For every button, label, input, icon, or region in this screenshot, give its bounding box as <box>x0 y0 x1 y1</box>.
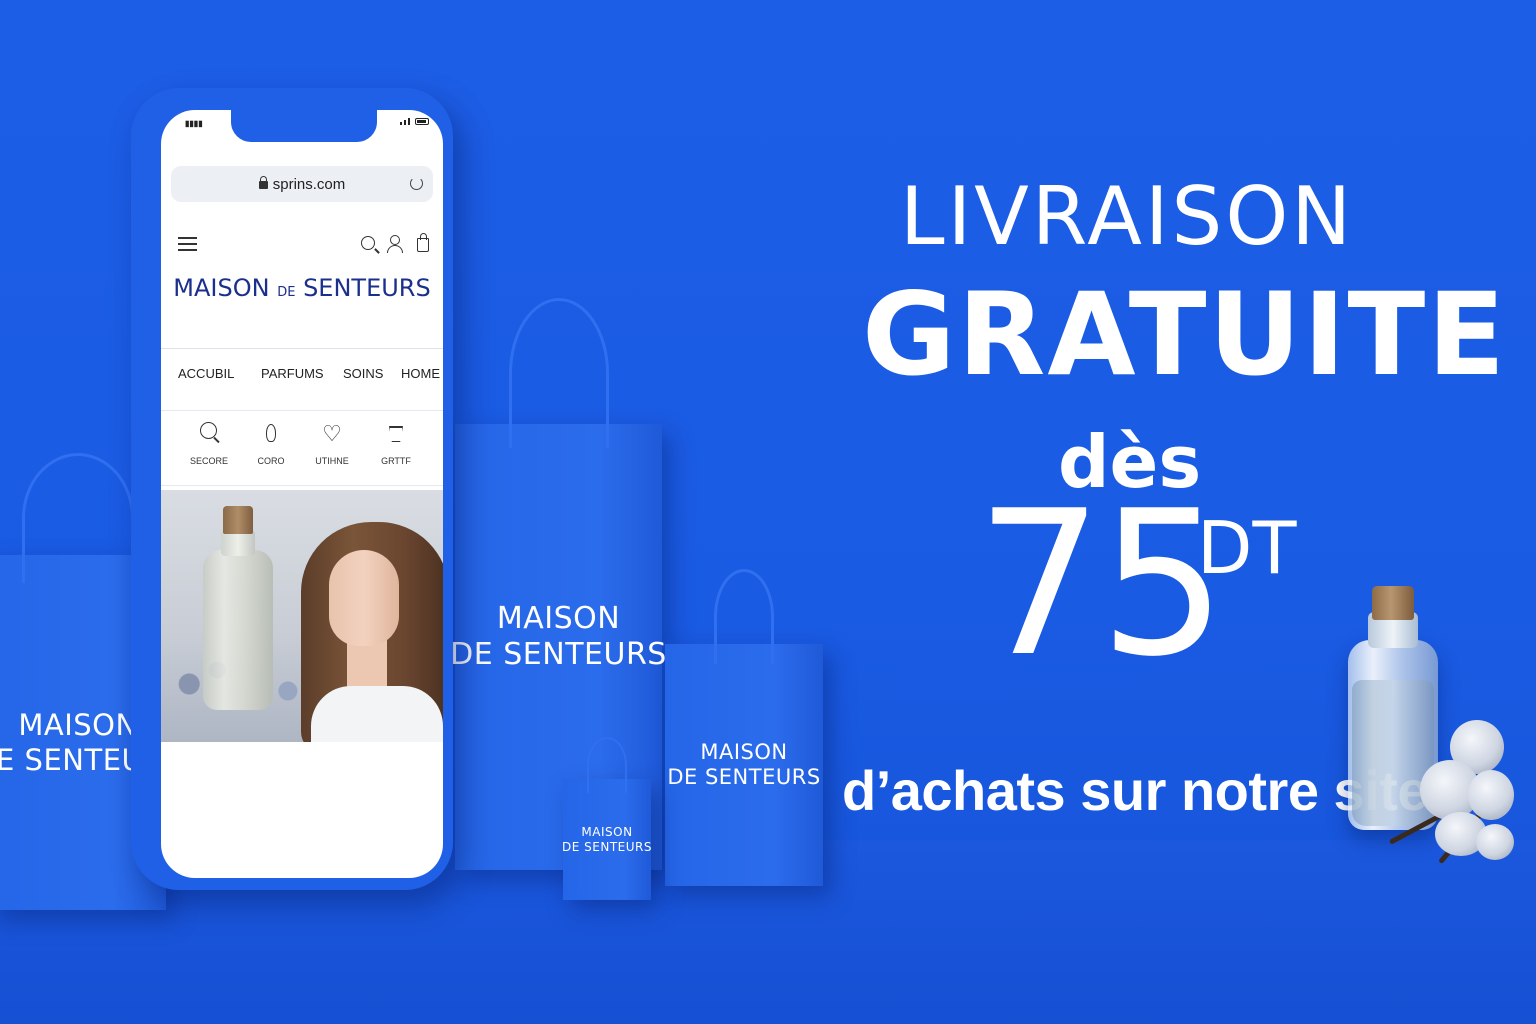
signal-bar <box>404 120 406 125</box>
signal-bar <box>400 122 402 125</box>
bag-brand-line1: MAISON <box>496 601 621 636</box>
menu-item-parfums[interactable]: PARFUMS <box>261 366 324 381</box>
bag-brand-line1: MAISON <box>18 707 138 742</box>
hero-banner-image[interactable] <box>161 490 443 742</box>
headline-livraison: LIVRAISON <box>900 170 1355 263</box>
bag-brand-line1: MAISON <box>700 739 788 764</box>
address-bar[interactable]: sprins.com <box>171 166 433 202</box>
divider <box>161 485 443 486</box>
logo-part: DE <box>277 285 296 300</box>
status-icons <box>400 118 429 125</box>
drop-icon <box>241 420 301 448</box>
bag-brand-line2: DE SENTEURS <box>667 765 821 789</box>
site-logo[interactable]: MAISON DE SENTEURS <box>161 274 443 302</box>
bag-handle <box>22 453 134 583</box>
cotton-puff <box>1468 770 1514 820</box>
cotton-puff <box>1476 824 1514 860</box>
category-label: SECORE <box>189 456 228 466</box>
bag-brand-line2: DE SENTEURS <box>450 637 667 672</box>
search-icon[interactable] <box>361 236 375 250</box>
account-icon[interactable] <box>387 235 403 253</box>
hero-model-face <box>329 550 399 646</box>
search-icon <box>179 420 239 448</box>
cotton-flowers <box>1380 720 1516 890</box>
menu-item-accubil[interactable]: ACCUBIL <box>178 366 234 381</box>
divider <box>161 410 443 411</box>
hero-model-shirt <box>311 686 443 742</box>
phone-notch <box>231 110 377 142</box>
site-header-icons <box>161 230 443 260</box>
bag-handle <box>714 569 774 664</box>
category-grttf[interactable]: GRTTF <box>366 420 426 466</box>
heart-icon: ♡ <box>322 421 342 446</box>
lock-icon <box>258 176 268 189</box>
cart-icon[interactable] <box>417 233 429 252</box>
battery-icon <box>415 118 429 125</box>
hero-perfume-bottle <box>203 550 273 710</box>
smartphone: ▮▮▮▮ sprins.com MAISON DE SENTEURS ACCUB… <box>131 88 453 890</box>
shopping-bag-small: MAISON DE SENTEURS <box>562 737 652 900</box>
shopping-bag-medium: MAISON DE SENTEURS <box>665 569 823 886</box>
divider <box>161 348 443 349</box>
headline-gratuite: GRATUITE <box>862 268 1508 401</box>
site-menu: ACCUBIL PARFUMS SOINS HOME <box>161 366 443 390</box>
bag-handle <box>587 737 627 793</box>
bag-handle <box>508 298 609 448</box>
category-label: UTIHNE <box>315 456 349 466</box>
hero-bottle-cork <box>223 506 253 534</box>
headline-des: dès <box>1058 420 1202 504</box>
hero-model-neck <box>347 640 387 690</box>
category-shortcuts: SECORE CORO ♡ UTIHNE GRTTF <box>161 420 443 478</box>
hamburger-menu-icon[interactable] <box>178 237 197 251</box>
category-label: GRTTF <box>381 456 411 466</box>
status-carrier: ▮▮▮▮ <box>185 119 203 128</box>
reload-icon[interactable] <box>410 177 423 190</box>
phone-screen: ▮▮▮▮ sprins.com MAISON DE SENTEURS ACCUB… <box>161 110 443 878</box>
logo-part: MAISON <box>173 274 278 302</box>
headline-subtext: d’achats sur notre site <box>842 759 1429 822</box>
category-coro[interactable]: CORO <box>241 420 301 466</box>
category-secore[interactable]: SECORE <box>179 420 239 466</box>
url-text: sprins.com <box>272 175 346 193</box>
headline-currency: DT <box>1197 506 1297 590</box>
category-utihne[interactable]: ♡ UTIHNE <box>302 420 362 466</box>
menu-item-soins[interactable]: SOINS <box>343 366 383 381</box>
signal-bar <box>408 118 410 125</box>
category-label: CORO <box>257 456 285 466</box>
bag-brand-line2: DE SENTEURS <box>562 839 652 854</box>
bag-brand-line1: MAISON <box>581 825 633 840</box>
headline-amount: 75 <box>976 468 1226 701</box>
perfume-bottle-cork <box>1372 586 1414 620</box>
cup-icon <box>366 420 426 448</box>
logo-part: SENTEURS <box>295 274 431 302</box>
menu-item-home[interactable]: HOME <box>401 366 440 381</box>
